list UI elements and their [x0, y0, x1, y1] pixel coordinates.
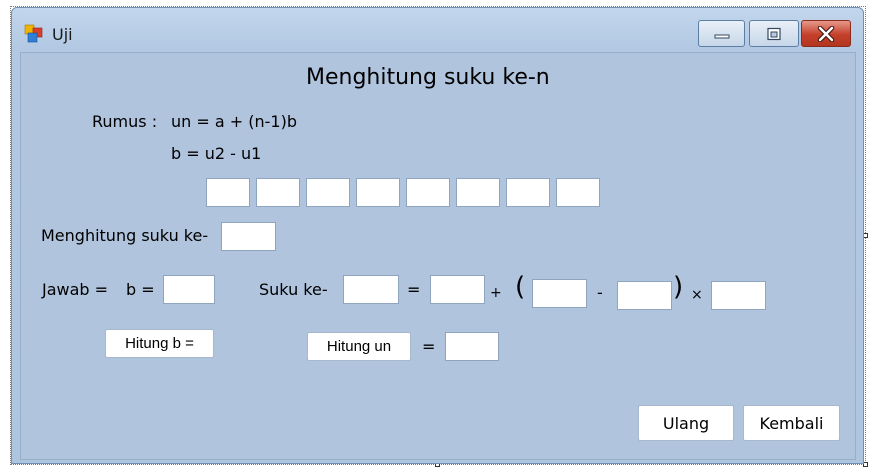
- b-result-input[interactable]: [163, 275, 215, 304]
- suku-input[interactable]: [343, 275, 399, 304]
- sequence-term-input-4[interactable]: [356, 178, 400, 207]
- kembali-button[interactable]: Kembali: [743, 405, 840, 441]
- title-bar[interactable]: Uji: [12, 8, 863, 52]
- sequence-term-input-3[interactable]: [306, 178, 350, 207]
- equals-sign-result: =: [422, 337, 436, 356]
- maximize-button[interactable]: [749, 20, 799, 47]
- n-term-input[interactable]: [221, 222, 276, 251]
- formula-un-text: un = a + (n-1)b: [171, 112, 297, 131]
- n-in-formula-input[interactable]: [532, 279, 587, 308]
- hitung-b-button[interactable]: Hitung b =: [105, 329, 214, 358]
- n-term-label: Menghitung suku ke-: [41, 226, 209, 245]
- close-icon: [817, 25, 835, 42]
- sequence-term-input-1[interactable]: [206, 178, 250, 207]
- minimize-icon: [714, 34, 729, 38]
- times-sign: ×: [691, 287, 703, 303]
- answer-label: Jawab =: [42, 280, 109, 299]
- un-result-input[interactable]: [445, 332, 499, 361]
- sequence-term-input-2[interactable]: [256, 178, 300, 207]
- open-paren: (: [515, 272, 526, 302]
- ulang-button[interactable]: Ulang: [638, 405, 734, 441]
- windows-forms-app-icon: [24, 24, 43, 43]
- formula-label: Rumus :: [92, 112, 158, 131]
- sequence-term-input-8[interactable]: [556, 178, 600, 207]
- one-in-formula-input[interactable]: [617, 281, 672, 310]
- plus-sign: +: [490, 285, 502, 301]
- close-button[interactable]: [801, 20, 851, 47]
- a-term-input[interactable]: [430, 275, 485, 304]
- sequence-term-input-5[interactable]: [406, 178, 450, 207]
- b-in-formula-input[interactable]: [711, 281, 766, 310]
- hitung-un-button[interactable]: Hitung un: [307, 332, 411, 361]
- suku-label: Suku ke-: [259, 280, 328, 299]
- formula-b-text: b = u2 - u1: [171, 144, 262, 163]
- b-label: b =: [126, 280, 155, 299]
- sequence-term-input-7[interactable]: [506, 178, 550, 207]
- close-paren: ): [673, 272, 684, 302]
- form-window: Uji Menghitung suku ke-n Rumus : un = a …: [11, 7, 864, 464]
- sequence-term-input-6[interactable]: [456, 178, 500, 207]
- minus-sign: -: [597, 283, 603, 302]
- page-heading: Menghitung suku ke-n: [306, 65, 550, 90]
- equals-sign: =: [407, 280, 421, 299]
- maximize-icon: [767, 27, 781, 40]
- form-client-area: Menghitung suku ke-n Rumus : un = a + (n…: [20, 52, 856, 460]
- minimize-button[interactable]: [698, 20, 745, 47]
- window-title: Uji: [52, 25, 73, 44]
